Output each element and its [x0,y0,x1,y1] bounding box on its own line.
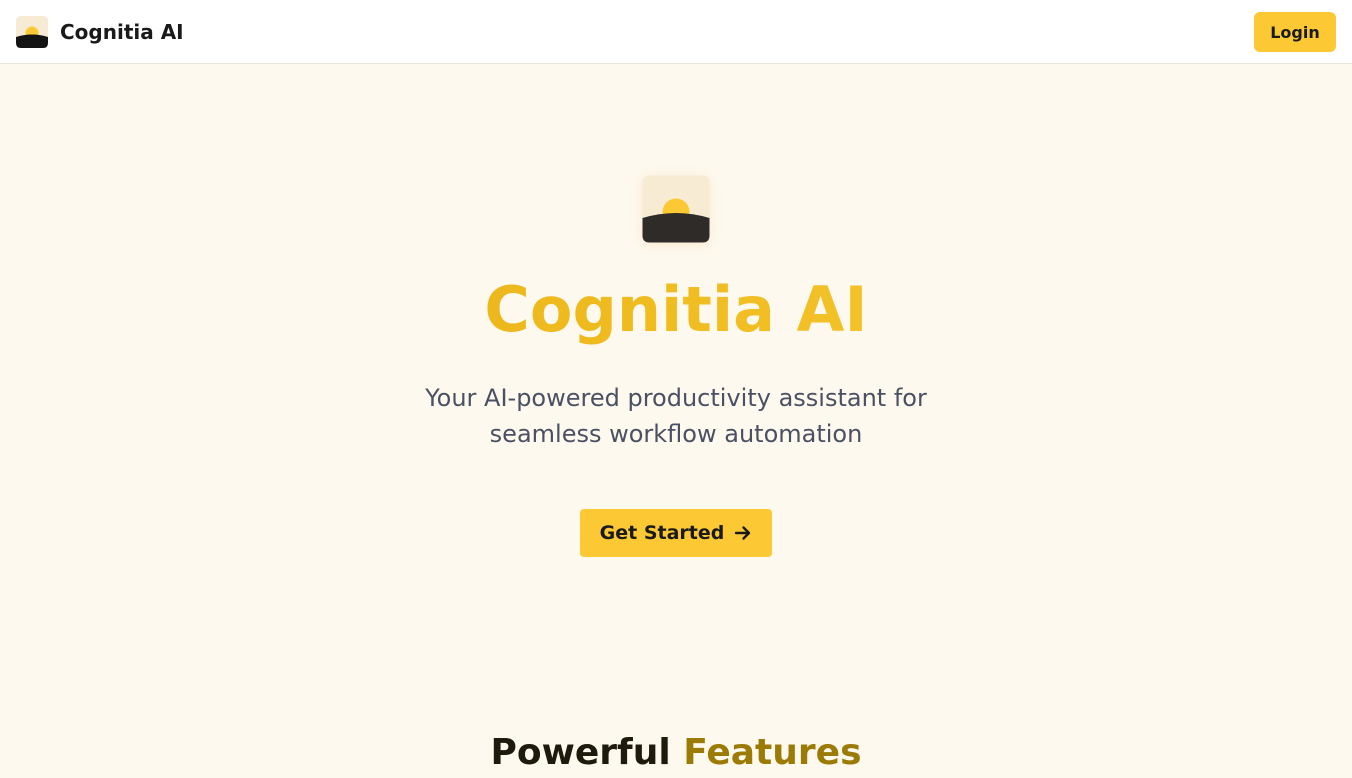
get-started-button[interactable]: Get Started [580,509,772,557]
login-button[interactable]: Login [1254,12,1336,52]
hero-title: Cognitia AI [0,272,1352,348]
get-started-label: Get Started [599,522,725,544]
arrow-right-icon [735,526,751,540]
features-heading: Powerful Features [0,728,1352,778]
brand[interactable]: Cognitia AI [16,16,184,48]
hero-subtitle: Your AI-powered productivity assistant f… [425,384,927,448]
features-heading-part2: Features [683,732,862,773]
top-nav-bar: Cognitia AI Login [0,0,1352,64]
sunrise-logo-icon [16,16,48,48]
hero-logo-icon [642,175,710,243]
brand-name: Cognitia AI [60,20,184,44]
features-heading-part1: Powerful [490,732,671,773]
